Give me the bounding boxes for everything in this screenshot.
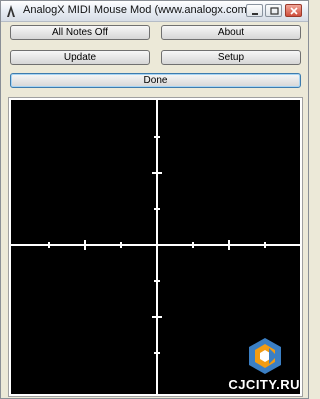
watermark-text: CJCITY.RU <box>228 377 300 392</box>
minimize-button[interactable] <box>246 4 263 17</box>
window-title: AnalogX MIDI Mouse Mod (www.analogx.com) <box>23 4 251 16</box>
app-window: AnalogX MIDI Mouse Mod (www.analogx.com)… <box>0 0 309 399</box>
update-button[interactable]: Update <box>10 50 150 65</box>
setup-button[interactable]: Setup <box>161 50 301 65</box>
title-bar[interactable]: AnalogX MIDI Mouse Mod (www.analogx.com) <box>1 1 308 22</box>
close-icon <box>290 7 298 15</box>
about-button[interactable]: About <box>161 25 301 40</box>
watermark-logo-icon <box>249 338 281 374</box>
maximize-icon <box>270 7 279 15</box>
done-button[interactable]: Done <box>10 73 301 88</box>
close-button[interactable] <box>285 4 302 17</box>
all-notes-off-button[interactable]: All Notes Off <box>10 25 150 40</box>
analogx-app-icon <box>7 5 15 17</box>
minimize-icon <box>252 13 258 15</box>
maximize-button[interactable] <box>265 4 282 17</box>
